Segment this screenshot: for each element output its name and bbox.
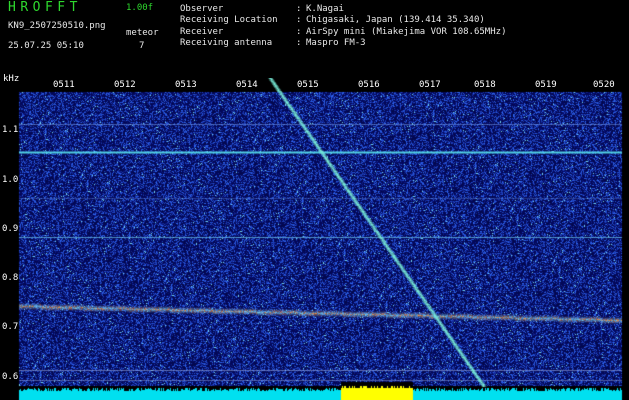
receiver-key: Receiver [180, 27, 224, 37]
observer-key: Observer [180, 4, 224, 14]
freq-tick-label: 1.0 [2, 175, 19, 185]
receiver-separator: : [296, 27, 302, 37]
location-key: Receiving Location [180, 15, 278, 25]
receiver-value: AirSpy mini (Miakejima VOR 108.65MHz) [306, 27, 507, 37]
time-tick-label: 0517 [419, 80, 441, 90]
location-separator: : [296, 15, 302, 25]
meteor-label: meteor [126, 28, 159, 38]
freq-tick-label: 0.6 [2, 372, 19, 382]
antenna-key: Receiving antenna [180, 38, 273, 48]
time-tick-label: 0514 [236, 80, 258, 90]
observer-separator: : [296, 4, 302, 14]
time-tick-label: 0518 [474, 80, 496, 90]
app-title: HROFFT [8, 0, 82, 15]
time-tick-label: 0520 [593, 80, 615, 90]
time-tick-label: 0516 [358, 80, 380, 90]
time-tick-label: 0512 [114, 80, 136, 90]
freq-tick-label: 0.8 [2, 273, 19, 283]
time-tick-label: 0513 [175, 80, 197, 90]
time-tick-label: 0511 [53, 80, 75, 90]
freq-tick-label: 0.7 [2, 322, 19, 332]
freq-tick-label: 1.1 [2, 125, 19, 135]
time-tick-label: 0515 [297, 80, 319, 90]
datetime-label: 25.07.25 05:10 [8, 41, 84, 51]
meteor-count: 7 [139, 41, 145, 51]
antenna-value: Maspro FM-3 [306, 38, 366, 48]
freq-unit-label: kHz [3, 74, 20, 84]
location-value: Chigasaki, Japan (139.414 35.340) [306, 15, 485, 25]
observer-value: K.Nagai [306, 4, 344, 14]
antenna-separator: : [296, 38, 302, 48]
header-panel: HROFFT 1.00f KN9_2507250510.png meteor 2… [0, 0, 629, 73]
freq-tick-label: 0.9 [2, 224, 19, 234]
time-tick-label: 0519 [535, 80, 557, 90]
spectrogram-canvas[interactable] [0, 78, 629, 400]
filename-label: KN9_2507250510.png [8, 21, 106, 31]
version-label: 1.00f [126, 3, 154, 13]
